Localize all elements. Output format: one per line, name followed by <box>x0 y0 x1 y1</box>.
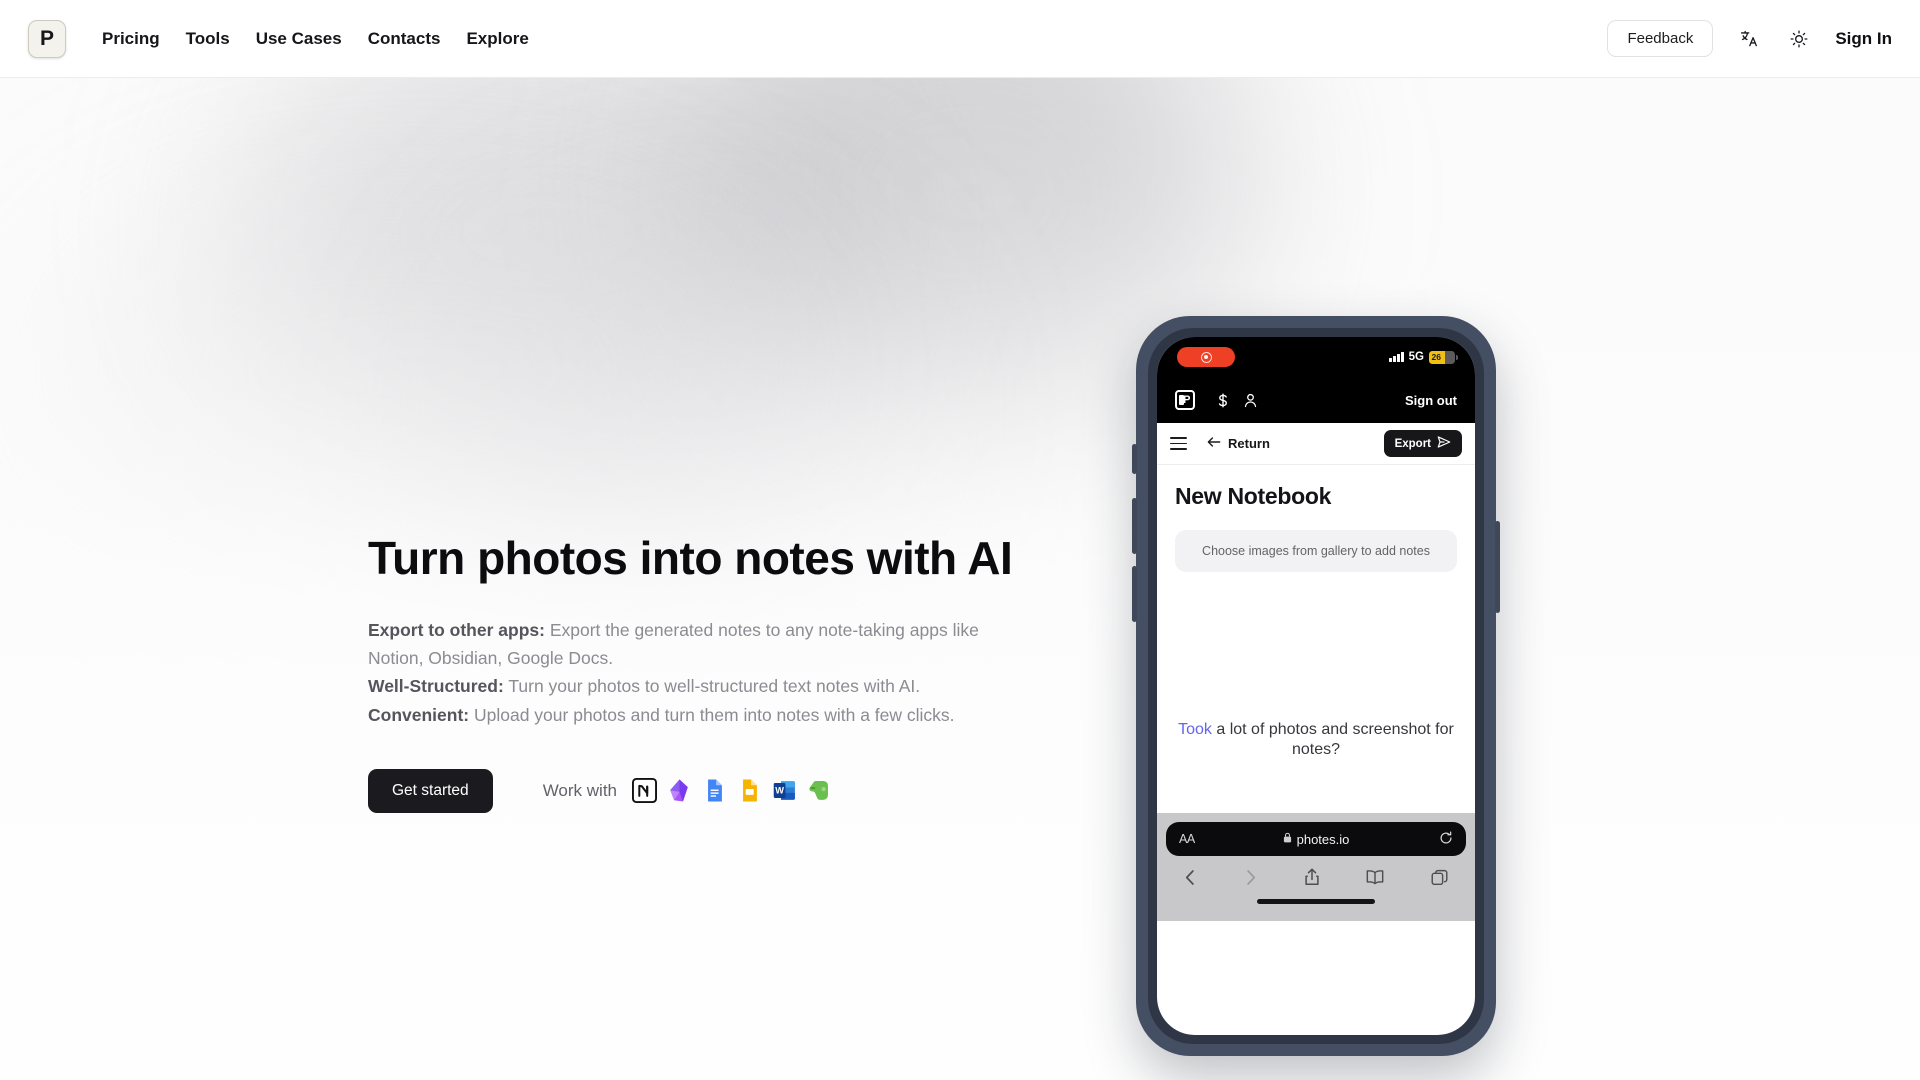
hero-section: Turn photos into notes with AI Export to… <box>0 78 1920 1080</box>
microsoft-word-icon[interactable]: W <box>771 778 797 804</box>
tabs-icon[interactable] <box>1431 869 1448 886</box>
phone-power-button <box>1495 521 1500 613</box>
hero-copy-block: Turn photos into notes with AI Export to… <box>368 533 1028 813</box>
feature-line-export: Export to other apps: Export the generat… <box>368 616 1028 673</box>
arrow-left-icon <box>1207 435 1221 453</box>
navbar-right-group: Feedback Sign In <box>1607 20 1892 57</box>
top-navbar: P Pricing Tools Use Cases Contacts Explo… <box>0 0 1920 78</box>
url-center-group: photes.io <box>1166 830 1466 848</box>
hamburger-menu-icon[interactable] <box>1170 437 1187 450</box>
landing-page: P Pricing Tools Use Cases Contacts Explo… <box>0 0 1920 1080</box>
get-started-button[interactable]: Get started <box>368 768 493 813</box>
background-blob <box>60 198 760 538</box>
page-title: Turn photos into notes with AI <box>368 532 1013 584</box>
feature-text-structured: Turn your photos to well-structured text… <box>503 676 921 697</box>
feature-text-convenient: Upload your photos and turn them into no… <box>469 704 955 725</box>
sign-in-link[interactable]: Sign In <box>1835 29 1892 49</box>
nav-link-tools[interactable]: Tools <box>186 29 230 49</box>
google-slides-icon[interactable] <box>736 778 762 804</box>
choose-images-button[interactable]: Choose images from gallery to add notes <box>1175 530 1457 572</box>
phone-silent-switch <box>1132 444 1137 474</box>
safari-bottom-bar: AA photes.io <box>1157 813 1475 921</box>
feature-label-convenient: Convenient: <box>368 704 470 725</box>
work-with-label: Work with <box>542 780 617 800</box>
phone-volume-down-button <box>1132 566 1137 622</box>
record-dot-icon <box>1200 351 1212 363</box>
home-indicator <box>1257 899 1375 904</box>
feature-line-structured: Well-Structured: Turn your photos to wel… <box>368 672 1028 700</box>
back-chevron-icon[interactable] <box>1184 869 1197 886</box>
sun-icon[interactable] <box>1785 25 1813 53</box>
evernote-icon[interactable] <box>806 778 832 804</box>
feature-label-export: Export to other apps: <box>368 619 545 640</box>
integration-app-icons: W <box>631 778 832 804</box>
safari-url-bar[interactable]: AA photes.io <box>1166 822 1466 856</box>
cta-row: Get started Work with W <box>368 768 1028 813</box>
svg-text:W: W <box>775 786 784 796</box>
brand-p-logo[interactable]: P <box>28 19 66 58</box>
battery-indicator: 26 <box>1429 350 1458 364</box>
grid-icon[interactable] <box>1272 395 1283 406</box>
status-bar-right: 5G 26 <box>1389 350 1458 364</box>
share-icon[interactable] <box>1304 868 1320 886</box>
record-pill <box>1177 347 1235 367</box>
feature-line-convenient: Convenient: Upload your photos and turn … <box>368 701 1028 729</box>
export-label: Export <box>1394 437 1431 450</box>
person-icon[interactable] <box>1244 393 1257 408</box>
caption-highlight: Took <box>1178 721 1212 738</box>
google-docs-icon[interactable] <box>701 778 727 804</box>
translate-icon[interactable] <box>1735 25 1763 53</box>
phone-bezel: 5G 26 P Sign out Return Export New Noteb… <box>1148 328 1484 1044</box>
hero-feature-list: Export to other apps: Export the generat… <box>368 616 1028 729</box>
feature-label-structured: Well-Structured: <box>368 676 504 697</box>
sign-out-button[interactable]: Sign out <box>1405 393 1457 408</box>
notebook-content: New Notebook Choose images from gallery … <box>1157 465 1475 813</box>
caption-rest: a lot of photos and screenshot for notes… <box>1211 721 1454 759</box>
primary-nav-links: Pricing Tools Use Cases Contacts Explore <box>102 29 529 49</box>
app-toolbar: Return Export <box>1157 423 1475 465</box>
dollar-icon[interactable] <box>1217 393 1229 408</box>
battery-percent: 26 <box>1431 352 1441 362</box>
obsidian-icon[interactable] <box>666 778 692 804</box>
nav-link-pricing[interactable]: Pricing <box>102 29 160 49</box>
return-label: Return <box>1228 436 1270 451</box>
nav-link-contacts[interactable]: Contacts <box>368 29 441 49</box>
promo-caption: Took a lot of photos and screenshot for … <box>1157 720 1475 761</box>
ios-status-bar: 5G 26 <box>1157 337 1475 377</box>
phone-volume-up-button <box>1132 498 1137 554</box>
app-logo-icon[interactable]: P <box>1175 390 1195 410</box>
url-text: photes.io <box>1296 831 1350 847</box>
network-label: 5G <box>1408 351 1424 363</box>
return-button[interactable]: Return <box>1207 435 1270 453</box>
app-header-icons <box>1217 393 1283 408</box>
app-logo-letter: P <box>1183 393 1191 406</box>
safari-nav-bar <box>1166 856 1466 886</box>
send-icon <box>1437 436 1451 451</box>
phone-screen: 5G 26 P Sign out Return Export New Noteb… <box>1157 337 1475 1035</box>
forward-chevron-icon[interactable] <box>1244 869 1257 886</box>
lock-icon <box>1283 830 1292 848</box>
bookmarks-icon[interactable] <box>1366 869 1384 885</box>
notion-icon[interactable] <box>631 778 657 804</box>
notebook-title: New Notebook <box>1175 483 1332 509</box>
app-header: P Sign out <box>1157 377 1475 423</box>
nav-link-use-cases[interactable]: Use Cases <box>256 29 342 49</box>
nav-link-explore[interactable]: Explore <box>466 29 528 49</box>
phone-frame: 5G 26 P Sign out Return Export New Noteb… <box>1132 316 1500 1056</box>
phone-mockup: 5G 26 P Sign out Return Export New Noteb… <box>1132 316 1500 1056</box>
feedback-button[interactable]: Feedback <box>1607 20 1714 57</box>
background-blob <box>240 78 860 448</box>
export-button[interactable]: Export <box>1383 430 1462 457</box>
brand-logo-letter: P <box>39 26 54 50</box>
signal-bars-icon <box>1389 352 1404 362</box>
